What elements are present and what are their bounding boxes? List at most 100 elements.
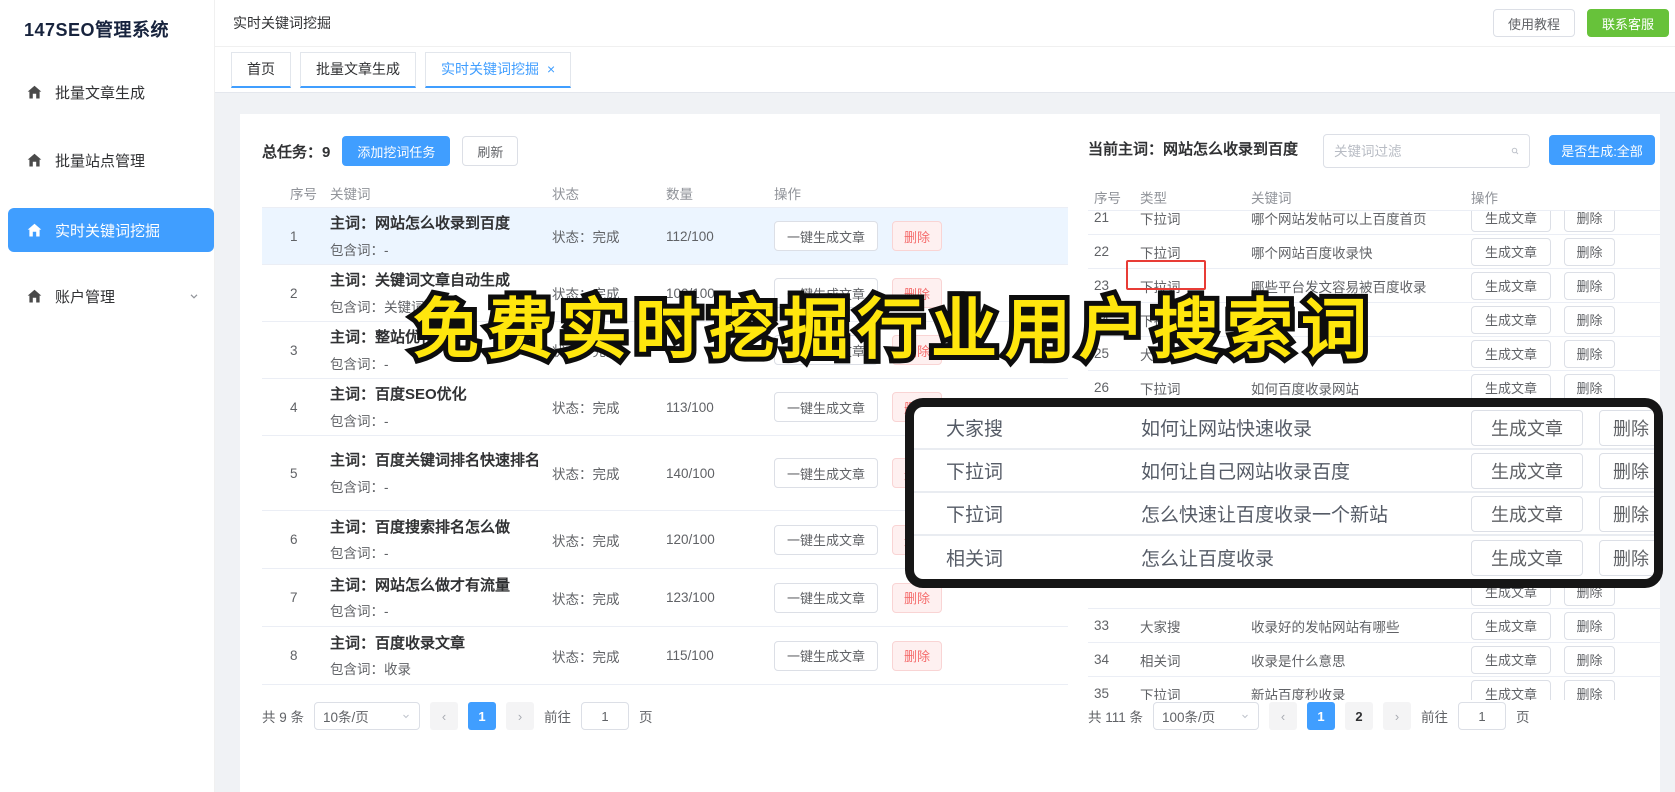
generate-article-button[interactable]: 生成文章 — [1471, 539, 1583, 576]
generate-article-button[interactable]: 一键生成文章 — [774, 582, 878, 613]
task-keyword-cell: 主词：百度搜索排名怎么做 包含词：- — [330, 517, 552, 563]
generate-article-button[interactable]: 生成文章 — [1471, 237, 1551, 266]
pager-total: 共 111 条 — [1088, 710, 1144, 725]
column-header: 序号 — [290, 186, 317, 202]
keyword-actions: 生成文章删除 — [1471, 305, 1660, 334]
goto-page-input[interactable] — [1458, 702, 1507, 730]
generate-article-button[interactable]: 生成文章 — [1471, 339, 1551, 368]
goto-label: 前往 — [544, 710, 572, 725]
task-actions: 一键生成文章删除 — [774, 640, 1068, 671]
task-row: 8 主词：百度收录文章 包含词：收录 状态：完成 115/100 一键生成文章 删除 — [262, 627, 1068, 685]
task-row-number: 5 — [290, 465, 298, 481]
keyword-actions: 生成文章删除 — [1471, 237, 1660, 266]
tasks-table-header: 序号 关键词 状态 数量 操作 — [262, 178, 1068, 208]
generate-article-button[interactable]: 生成文章 — [1471, 305, 1551, 334]
delete-button[interactable]: 删除 — [1599, 452, 1654, 489]
generate-article-button[interactable]: 一键生成文章 — [774, 392, 878, 422]
sidebar-item-1[interactable]: 批量文章生成 — [0, 72, 214, 112]
close-icon[interactable]: × — [547, 53, 555, 85]
delete-button[interactable]: 删除 — [1564, 645, 1615, 674]
topbar: 实时关键词挖掘 使用教程 联系客服 — [215, 0, 1675, 47]
keywords-pagination: 共 111 条 100条/页 ‹ 12 › 前往 页 — [1088, 702, 1530, 730]
add-task-button[interactable]: 添加挖词任务 — [342, 136, 451, 166]
delete-button[interactable]: 删除 — [1564, 305, 1615, 334]
refresh-button[interactable]: 刷新 — [462, 136, 519, 166]
page-size-select[interactable]: 10条/页 — [314, 702, 421, 730]
generate-article-button[interactable]: 生成文章 — [1471, 211, 1551, 232]
delete-button[interactable]: 删除 — [892, 640, 942, 671]
next-page-button[interactable]: › — [506, 702, 535, 730]
task-count: 120/100 — [666, 532, 715, 547]
generate-article-button[interactable]: 一键生成文章 — [774, 640, 878, 671]
sidebar-item-2[interactable]: 批量站点管理 — [0, 140, 214, 180]
current-main-word: 当前主词：网站怎么收录到百度 — [1088, 141, 1299, 158]
generate-all-button[interactable]: 是否生成:全部 — [1549, 135, 1655, 165]
keyword-row-number: 22 — [1094, 244, 1110, 259]
pager-total: 共 9 条 — [262, 710, 305, 725]
contact-support-button[interactable]: 联系客服 — [1586, 9, 1669, 37]
delete-button[interactable]: 删除 — [1599, 495, 1654, 532]
prev-page-button[interactable]: ‹ — [430, 702, 459, 730]
task-row-number: 1 — [290, 228, 298, 244]
tab-2[interactable]: 批量文章生成 — [300, 51, 416, 88]
page-number-2[interactable]: 2 — [1345, 702, 1374, 730]
keyword-row-number: 21 — [1094, 210, 1110, 225]
keyword-actions: 生成文章删除 — [1471, 271, 1660, 300]
sidebar-item-label: 实时关键词挖掘 — [55, 222, 161, 240]
chevron-down-icon — [1242, 714, 1248, 719]
keyword-filter-input[interactable] — [1334, 143, 1511, 159]
keyword-text: 新站百度秒收录 — [1251, 687, 1346, 701]
keyword-row-number: 34 — [1094, 652, 1110, 667]
keyword-type: 下拉词 — [1140, 687, 1181, 701]
task-count: 112/100 — [666, 228, 714, 244]
delete-button[interactable]: 删除 — [1564, 271, 1615, 300]
generate-article-button[interactable]: 一键生成文章 — [774, 458, 878, 488]
home-icon — [27, 223, 42, 236]
topbar-actions: 使用教程 联系客服 — [1492, 9, 1675, 37]
page-number-1[interactable]: 1 — [1307, 702, 1336, 730]
delete-button[interactable]: 删除 — [1564, 339, 1615, 368]
generate-article-button[interactable]: 生成文章 — [1471, 611, 1551, 640]
prev-page-button[interactable]: ‹ — [1269, 702, 1298, 730]
delete-button[interactable]: 删除 — [1599, 539, 1654, 576]
generate-article-button[interactable]: 生成文章 — [1471, 645, 1551, 674]
delete-button[interactable]: 删除 — [1564, 237, 1615, 266]
task-row-number: 2 — [290, 285, 298, 301]
tutorial-button[interactable]: 使用教程 — [1492, 9, 1575, 37]
keyword-actions: 生成文章删除 — [1471, 539, 1654, 576]
next-page-button[interactable]: › — [1383, 702, 1412, 730]
keyword-actions: 生成文章删除 — [1471, 339, 1660, 368]
task-row-number: 4 — [290, 399, 298, 415]
page-number-1[interactable]: 1 — [468, 702, 497, 730]
delete-button[interactable]: 删除 — [1564, 611, 1615, 640]
sidebar-item-3[interactable]: 实时关键词挖掘 — [8, 208, 214, 252]
keyword-actions: 生成文章删除 — [1471, 211, 1660, 232]
delete-button[interactable]: 删除 — [1599, 409, 1654, 446]
page-size-select[interactable]: 100条/页 — [1153, 702, 1260, 730]
home-icon — [27, 85, 42, 98]
generate-article-button[interactable]: 一键生成文章 — [774, 524, 878, 555]
zoomed-keywords-callout: 大家搜 如何让网站快速收录 生成文章 删除 下拉词 如何让自己网站收录百度 生成文章 删除 下拉… — [905, 398, 1663, 588]
task-count: 140/100 — [666, 465, 715, 481]
goto-page-input[interactable] — [581, 702, 630, 730]
delete-button[interactable]: 删除 — [1564, 211, 1615, 232]
generate-article-button[interactable]: 一键生成文章 — [774, 221, 878, 251]
keyword-actions: 生成文章删除 — [1471, 679, 1660, 700]
generate-article-button[interactable]: 生成文章 — [1471, 452, 1583, 489]
generate-article-button[interactable]: 生成文章 — [1471, 409, 1583, 446]
generate-article-button[interactable]: 生成文章 — [1471, 679, 1551, 700]
generate-article-button[interactable]: 生成文章 — [1471, 495, 1583, 532]
sidebar-item-4[interactable]: 账户管理 — [0, 276, 214, 316]
tab-3[interactable]: 实时关键词挖掘 × — [425, 51, 572, 88]
keyword-text: 如何让自己网站收录百度 — [1141, 462, 1351, 483]
keyword-type: 下拉词 — [1140, 245, 1181, 261]
task-row-number: 3 — [290, 342, 298, 358]
task-status: 状态：完成 — [552, 230, 620, 245]
delete-button[interactable]: 删除 — [1564, 679, 1615, 700]
task-status: 状态：完成 — [552, 467, 620, 482]
delete-button[interactable]: 删除 — [892, 221, 942, 251]
task-status: 状态：完成 — [552, 401, 620, 416]
generate-article-button[interactable]: 生成文章 — [1471, 271, 1551, 300]
page-unit-label: 页 — [639, 710, 653, 725]
tab-1[interactable]: 首页 — [231, 51, 291, 88]
